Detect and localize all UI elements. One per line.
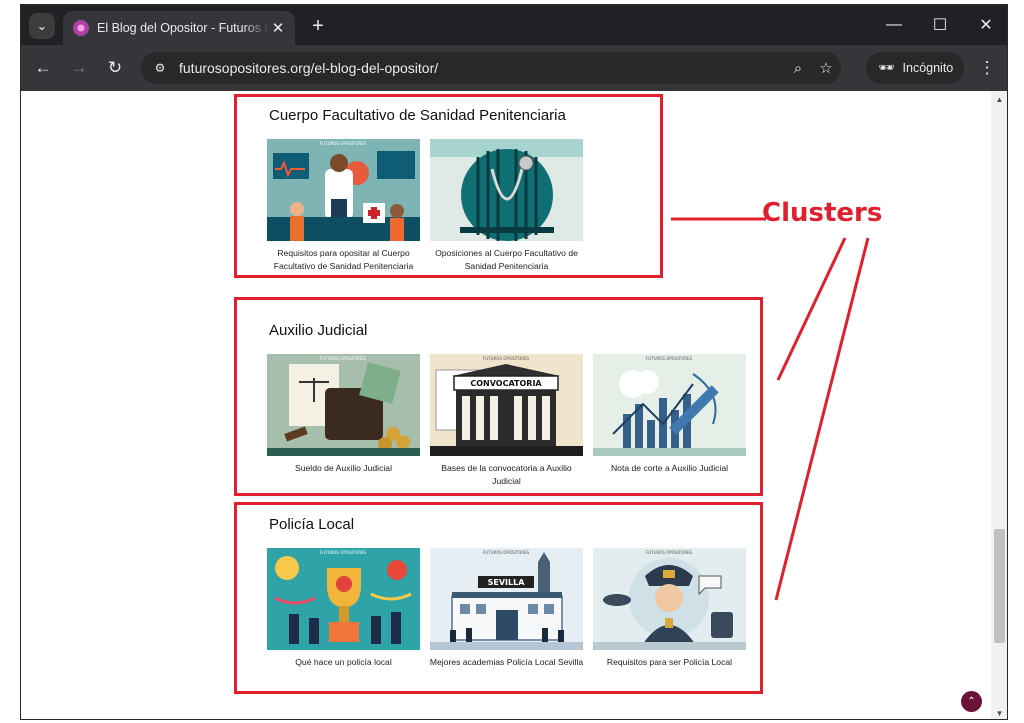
- address-bar[interactable]: ⚙ futurosopositores.org/el-blog-del-opos…: [141, 52, 841, 84]
- browser-toolbar: ← → ↻ ⚙ futurosopositores.org/el-blog-de…: [21, 45, 1007, 91]
- chevron-up-icon[interactable]: ⌃: [961, 691, 982, 712]
- plus-icon[interactable]: +: [305, 13, 331, 39]
- tune-icon[interactable]: ⚙: [149, 58, 171, 78]
- arrow-left-icon[interactable]: ←: [29, 54, 57, 82]
- star-icon[interactable]: ☆: [815, 57, 837, 79]
- close-icon[interactable]: ✕: [269, 19, 287, 37]
- minimize-icon[interactable]: —: [871, 11, 917, 39]
- annotation-label: Clusters: [762, 198, 883, 228]
- scrollbar-thumb[interactable]: [994, 529, 1005, 643]
- url-text[interactable]: futurosopositores.org/el-blog-del-oposit…: [179, 60, 438, 76]
- kebab-menu-icon[interactable]: ⋮: [977, 54, 997, 82]
- chevron-down-icon[interactable]: ⌄: [29, 13, 55, 39]
- tab-title: El Blog del Opositor - Futuros O: [97, 21, 269, 35]
- scroll-up-arrow-icon[interactable]: ▲: [991, 91, 1007, 107]
- incognito-indicator[interactable]: 🕶 Incógnito: [866, 52, 964, 84]
- site-favicon-icon: [73, 20, 89, 36]
- window-close-icon[interactable]: ✕: [963, 11, 1007, 39]
- cluster-box-sanidad: [234, 94, 663, 278]
- scroll-down-arrow-icon[interactable]: ▼: [991, 705, 1007, 719]
- cluster-box-policia: [234, 502, 763, 694]
- cluster-box-auxilio: [234, 297, 763, 496]
- zoom-icon[interactable]: ⌕: [787, 57, 809, 79]
- tab-active[interactable]: El Blog del Opositor - Futuros O ✕: [63, 11, 295, 45]
- incognito-icon: 🕶: [878, 60, 895, 75]
- arrow-right-icon[interactable]: →: [65, 54, 93, 82]
- tab-strip: ⌄ El Blog del Opositor - Futuros O ✕ + —…: [21, 5, 1007, 45]
- reload-icon[interactable]: ↻: [101, 54, 129, 82]
- vertical-scrollbar[interactable]: ▲ ▼: [991, 91, 1007, 719]
- maximize-icon[interactable]: ☐: [917, 11, 963, 39]
- incognito-label: Incógnito: [902, 61, 954, 75]
